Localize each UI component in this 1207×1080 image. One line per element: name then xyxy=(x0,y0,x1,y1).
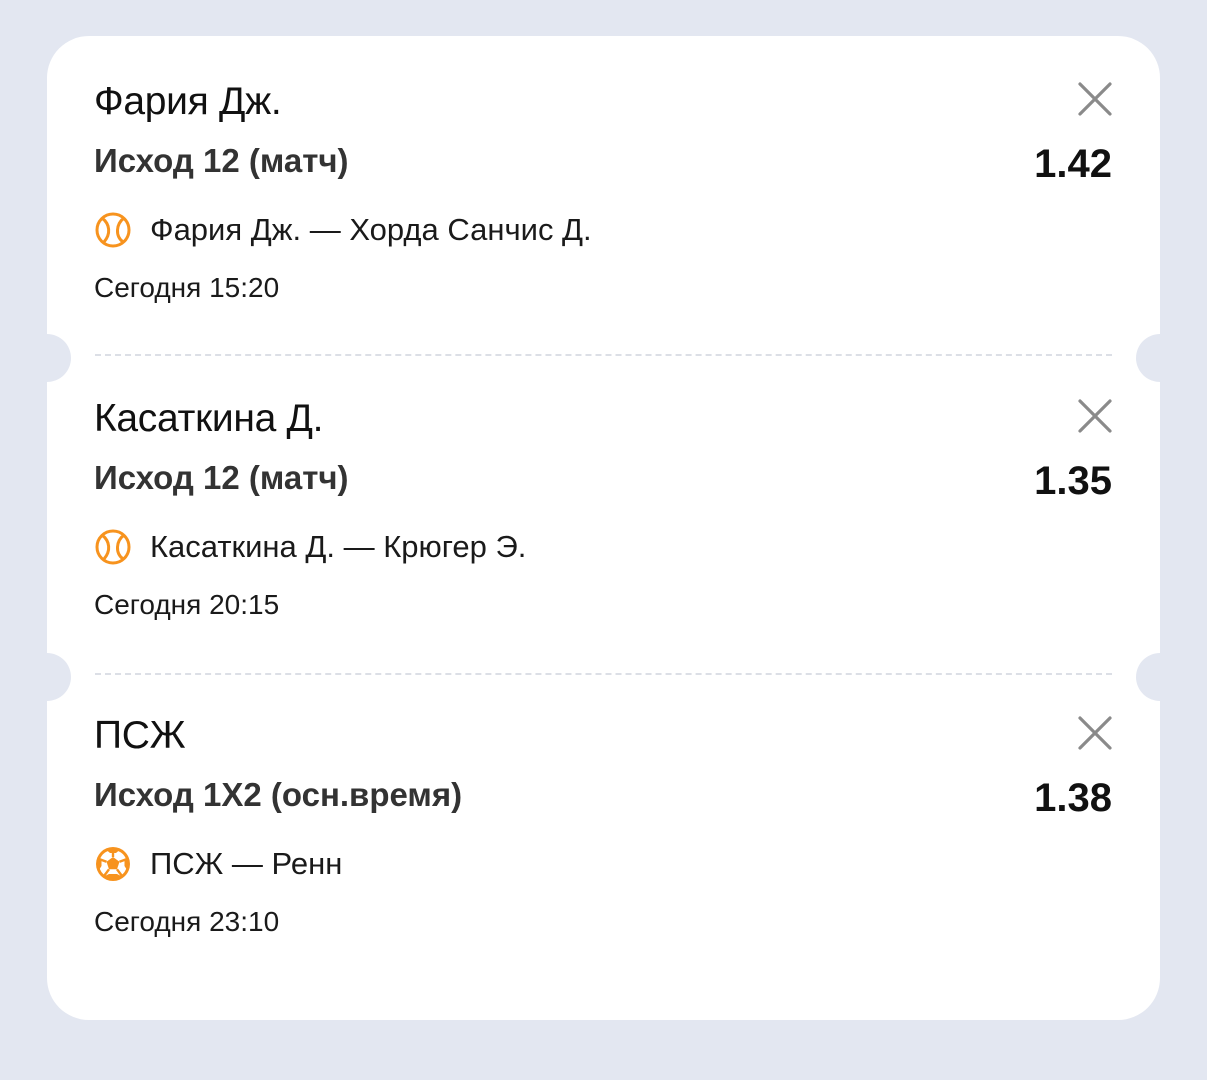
event-name: ПСЖ — Ренн xyxy=(150,846,343,881)
event-name: Фария Дж. — Хорда Санчис Д. xyxy=(150,212,592,247)
close-icon xyxy=(1078,82,1112,116)
bet-selection: ПСЖ xyxy=(94,714,186,757)
remove-bet-button[interactable] xyxy=(1076,714,1114,752)
tennis-ball-icon xyxy=(95,212,131,248)
remove-bet-button[interactable] xyxy=(1076,80,1114,118)
bet-selection: Касаткина Д. xyxy=(94,397,324,440)
bet-item: ПСЖ Исход 1Х2 (осн.время) 1.38 ПСЖ — Рен… xyxy=(47,670,1160,970)
bet-odds: 1.38 xyxy=(1034,776,1112,820)
event-time: Сегодня 23:10 xyxy=(94,906,280,937)
close-icon xyxy=(1078,716,1112,750)
bet-slip-card: Фария Дж. Исход 12 (матч) 1.42 Фария Дж.… xyxy=(23,36,1184,1020)
event-row[interactable]: ПСЖ — Ренн xyxy=(94,844,342,884)
event-row[interactable]: Фария Дж. — Хорда Санчис Д. xyxy=(94,210,592,250)
tennis-ball-icon xyxy=(95,529,131,565)
bet-market: Исход 12 (матч) xyxy=(94,142,349,179)
event-name: Касаткина Д. — Крюгер Э. xyxy=(150,529,527,564)
bet-selection: Фария Дж. xyxy=(94,80,282,123)
event-row[interactable]: Касаткина Д. — Крюгер Э. xyxy=(94,527,526,567)
bet-item: Касаткина Д. Исход 12 (матч) 1.35 Касатк… xyxy=(47,353,1160,653)
bet-odds: 1.42 xyxy=(1034,142,1112,186)
close-icon xyxy=(1078,399,1112,433)
remove-bet-button[interactable] xyxy=(1076,397,1114,435)
bet-odds: 1.35 xyxy=(1034,459,1112,503)
event-time: Сегодня 15:20 xyxy=(94,272,280,303)
bet-item: Фария Дж. Исход 12 (матч) 1.42 Фария Дж.… xyxy=(47,36,1160,336)
event-time: Сегодня 20:15 xyxy=(94,589,280,620)
bet-market: Исход 12 (матч) xyxy=(94,459,349,496)
soccer-ball-icon xyxy=(96,847,130,881)
bet-market: Исход 1Х2 (осн.время) xyxy=(94,776,463,813)
